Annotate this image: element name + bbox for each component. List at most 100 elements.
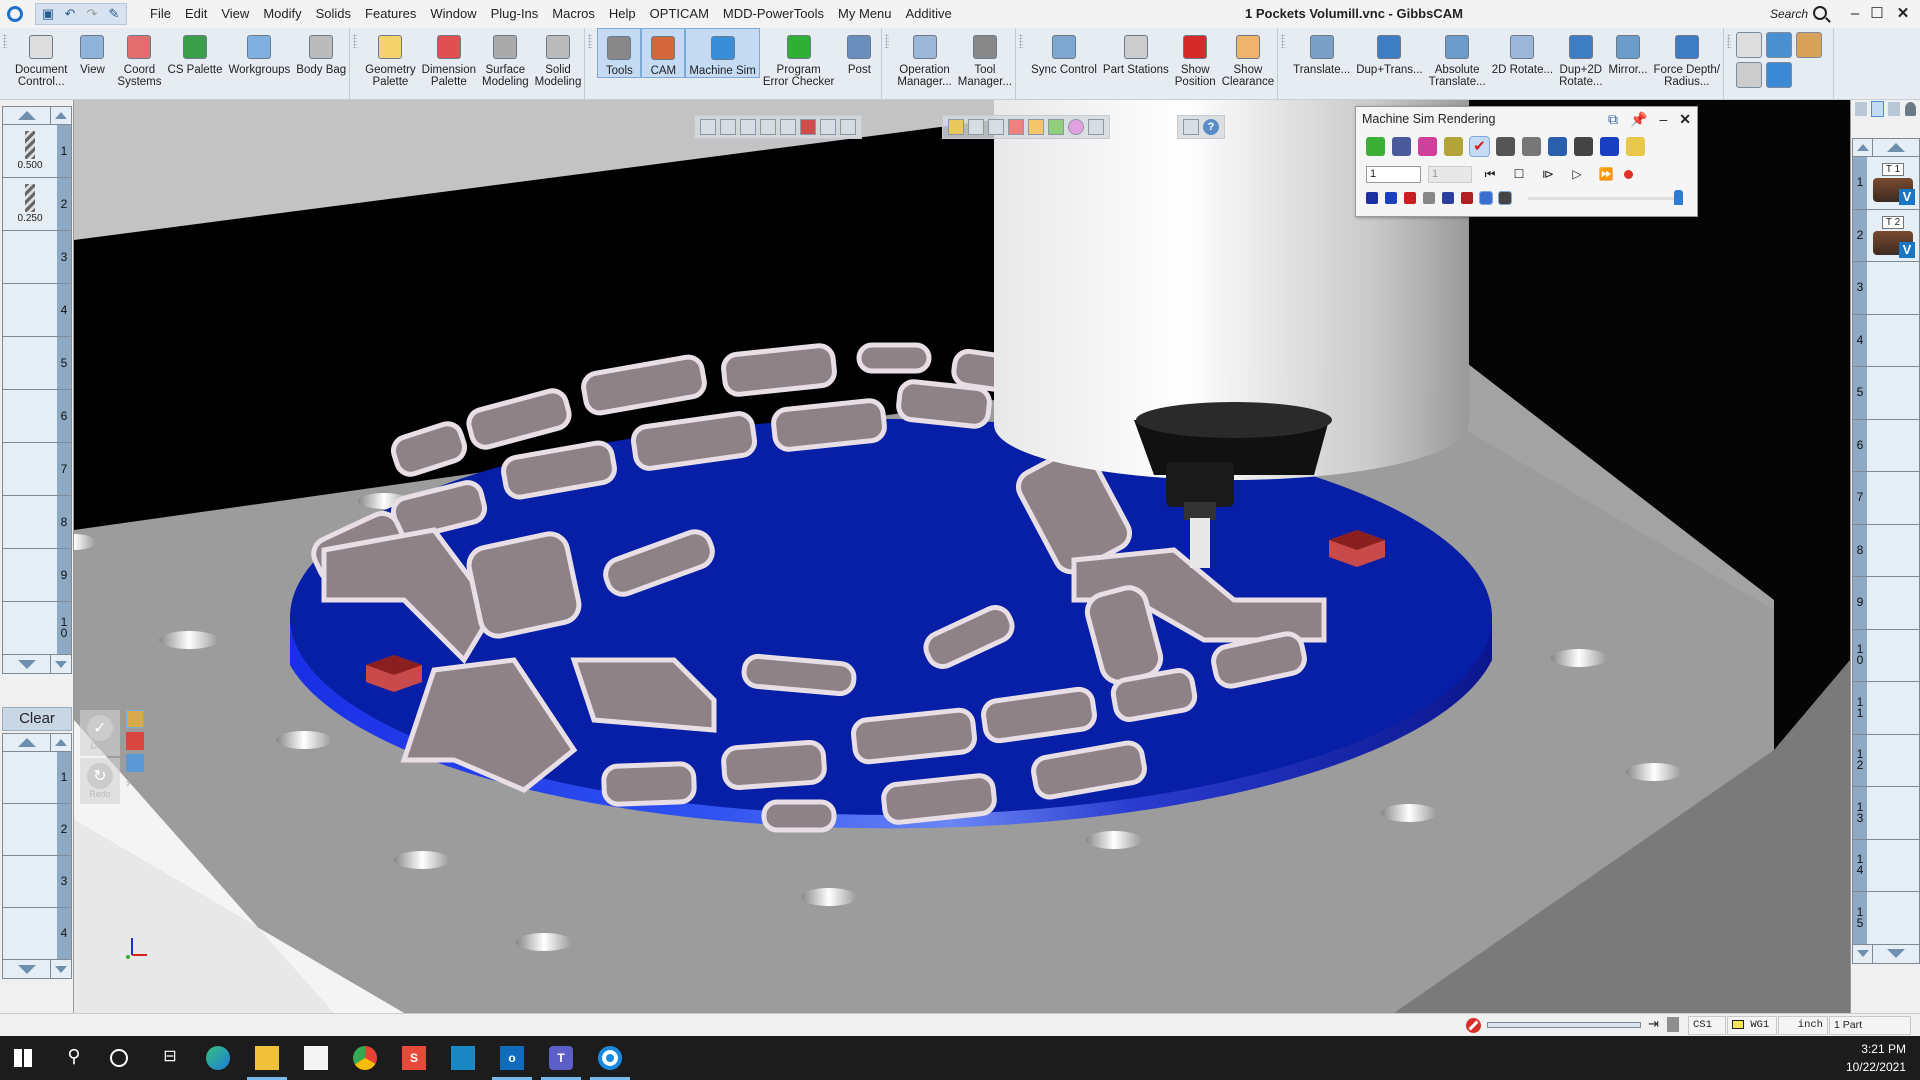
box-icon[interactable] <box>988 119 1004 135</box>
visibility-icon[interactable] <box>1498 191 1512 205</box>
operation-slot-body[interactable] <box>1867 840 1919 892</box>
search-icon[interactable] <box>1813 6 1827 20</box>
cube-icon[interactable] <box>1048 119 1064 135</box>
blue-hand-icon[interactable] <box>126 754 144 772</box>
user-icon[interactable] <box>1904 102 1916 116</box>
translate-button[interactable]: Translate... <box>1290 28 1353 76</box>
post-button[interactable]: Post <box>837 28 881 76</box>
process-slot[interactable]: 1 <box>3 752 71 804</box>
surface-modeling-button[interactable]: Surface Modeling <box>479 28 532 88</box>
tool-t-icon[interactable] <box>1461 192 1473 204</box>
operation-slot-body[interactable] <box>1867 525 1919 577</box>
part-stations-button[interactable]: Part Stations <box>1100 28 1172 76</box>
fixture-icon[interactable] <box>1736 62 1763 88</box>
tool-slot-body[interactable] <box>3 284 57 336</box>
cs-palette-button[interactable]: CS Palette <box>165 28 226 76</box>
store-icon[interactable] <box>304 1046 328 1070</box>
bar-icon[interactable] <box>1479 191 1493 205</box>
menu-my-menu[interactable]: My Menu <box>831 0 898 28</box>
step-button[interactable]: ⧐ <box>1537 167 1559 181</box>
show-clearance-button[interactable]: Show Clearance <box>1219 28 1277 88</box>
tool-slot[interactable]: 7 <box>3 443 71 496</box>
window-layout-icon[interactable] <box>1088 119 1104 135</box>
process-slot[interactable]: 4 <box>3 908 71 960</box>
operation-slot[interactable]: 14 <box>1853 839 1919 892</box>
stock-cylinder-icon[interactable] <box>1736 32 1763 58</box>
menu-window[interactable]: Window <box>423 0 483 28</box>
tool-slot-body[interactable]: 0.500 <box>3 125 57 177</box>
scroll-down-icon[interactable] <box>3 655 51 673</box>
view-front-icon[interactable] <box>740 119 756 135</box>
hand-icon[interactable] <box>126 710 144 728</box>
view-sphere-button[interactable]: View <box>70 28 114 76</box>
operation-slot-body[interactable] <box>1867 420 1919 472</box>
columns-icon[interactable] <box>1028 119 1044 135</box>
absolute-translate-button[interactable]: Absolute Translate... <box>1426 28 1489 88</box>
operation-slot-body[interactable] <box>1867 682 1919 734</box>
tool-slot[interactable]: 8 <box>3 496 71 549</box>
list-icon[interactable] <box>1548 136 1567 156</box>
clear-button[interactable]: Clear <box>2 707 72 731</box>
process-list-scroll-bottom[interactable] <box>3 960 71 978</box>
export-part-icon[interactable] <box>1796 32 1823 58</box>
dup-rotate-2d-button[interactable]: Dup+2D Rotate... <box>1556 28 1605 88</box>
pin-split-icon[interactable]: ⇥ <box>1648 1016 1659 1032</box>
help-icon[interactable]: ? <box>1203 119 1219 135</box>
solid-icon[interactable] <box>1600 136 1619 156</box>
scroll-up-icon[interactable] <box>1873 139 1919 156</box>
xyz-readout-icon[interactable] <box>1522 136 1541 156</box>
operation-manager-button[interactable]: Operation Manager... <box>894 28 954 88</box>
menu-features[interactable]: Features <box>358 0 423 28</box>
dimension-palette-button[interactable]: Dimension Palette <box>419 28 479 88</box>
machine-icon[interactable] <box>1442 192 1454 204</box>
ops-normal-icon[interactable] <box>1870 101 1884 117</box>
layers-icon[interactable] <box>1008 119 1024 135</box>
operation-slot[interactable]: 3 <box>1853 262 1919 315</box>
scroll-up-icon[interactable] <box>3 107 51 124</box>
blue-solid-icon[interactable] <box>1385 192 1397 204</box>
operation-slot[interactable]: 4 <box>1853 314 1919 367</box>
cancel-icon[interactable] <box>1466 1018 1481 1033</box>
operation-slot-body[interactable]: T 2 V <box>1867 210 1919 262</box>
scroll-top-icon[interactable] <box>51 107 71 124</box>
tool-list-scroll-bottom[interactable] <box>3 655 71 673</box>
record-button[interactable] <box>1624 169 1633 179</box>
collision-icon[interactable] <box>1444 136 1463 156</box>
cylinder-icon[interactable] <box>1423 192 1435 204</box>
ops-expand-icon[interactable] <box>1888 102 1900 116</box>
lock-icon[interactable] <box>1496 136 1515 156</box>
process-slot-body[interactable] <box>3 856 57 907</box>
eye-icon[interactable] <box>1574 136 1593 156</box>
tool-slot-body[interactable]: 0.250 <box>3 178 57 230</box>
tool-slot-body[interactable] <box>3 549 57 601</box>
file-explorer-icon[interactable] <box>255 1046 279 1070</box>
red-hand-icon[interactable] <box>126 732 144 750</box>
menu-file[interactable]: File <box>143 0 178 28</box>
expand-arrow-icon[interactable]: › <box>126 776 144 794</box>
tool-slot[interactable]: 5 <box>3 337 71 390</box>
scroll-top-icon[interactable] <box>51 734 71 751</box>
force-depth-button[interactable]: Force Depth/ Radius... <box>1651 28 1723 88</box>
system-clock[interactable]: 3:21 PM 10/22/2021 <box>1846 1040 1906 1076</box>
process-slot-body[interactable] <box>3 804 57 855</box>
stock-box-icon[interactable] <box>1766 32 1793 58</box>
process-list-scroll-top[interactable] <box>3 734 71 752</box>
tool-slot[interactable]: 0.250 2 <box>3 178 71 231</box>
pin-icon[interactable]: 📌 <box>1630 107 1647 131</box>
menu-plug-ins[interactable]: Plug-Ins <box>484 0 546 28</box>
fast-forward-button[interactable]: ⏩ <box>1595 167 1617 181</box>
scroll-bottom-icon[interactable] <box>51 960 71 978</box>
operation-slot-body[interactable] <box>1867 315 1919 367</box>
tool-slot-body[interactable] <box>3 390 57 442</box>
operation-slot[interactable]: 10 <box>1853 629 1919 682</box>
color-wheel-icon[interactable] <box>1068 119 1084 135</box>
stock-icon[interactable] <box>1392 136 1411 156</box>
ops-collapse-icon[interactable] <box>1855 102 1867 116</box>
plane-icon[interactable] <box>780 119 796 135</box>
menu-opticam[interactable]: OPTICAM <box>643 0 716 28</box>
tool-slot-body[interactable] <box>3 337 57 389</box>
body-bag-button[interactable]: Body Bag <box>293 28 349 76</box>
geometry-palette-button[interactable]: Geometry Palette <box>362 28 419 88</box>
operation-slot-body[interactable] <box>1867 472 1919 524</box>
scroll-top-icon[interactable] <box>1853 139 1873 156</box>
